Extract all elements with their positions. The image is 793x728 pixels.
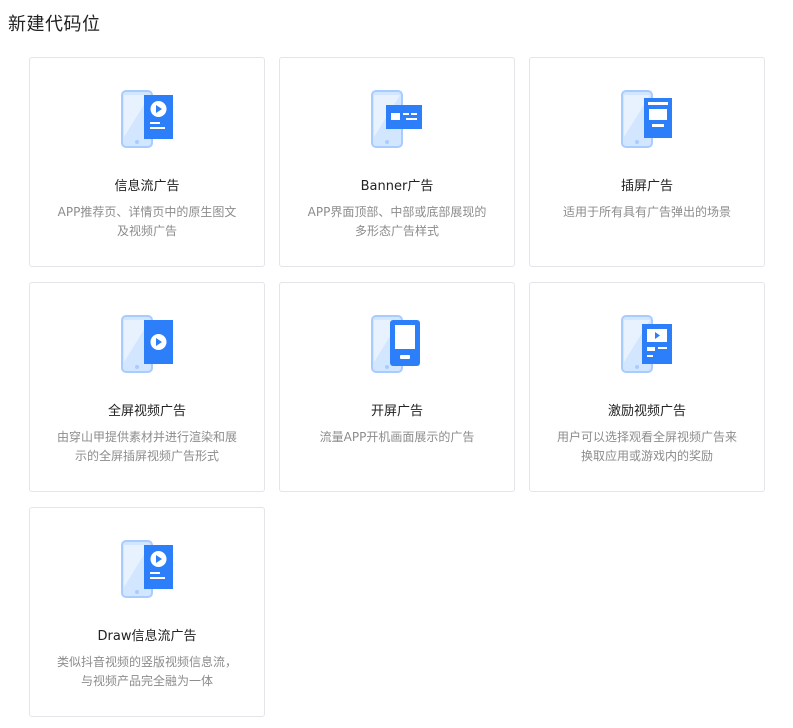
card-title: 信息流广告	[114, 179, 180, 194]
rewarded-video-ad-icon	[620, 314, 676, 376]
card-description: 用户可以选择观看全屏视频广告来换取应用或游戏内的奖励	[556, 430, 737, 463]
ad-type-card-banner[interactable]: Banner广告 APP界面顶部、中部或底部展现的多形态广告样式	[279, 57, 515, 267]
feed-ad-icon	[120, 89, 176, 151]
ad-type-card-rewarded-video[interactable]: 激励视频广告 用户可以选择观看全屏视频广告来换取应用或游戏内的奖励	[529, 282, 765, 492]
card-title: 全屏视频广告	[107, 404, 186, 419]
draw-feed-ad-icon	[120, 539, 176, 601]
card-description: APP推荐页、详情页中的原生图文及视频广告	[57, 205, 237, 238]
card-title: 开屏广告	[370, 404, 423, 419]
interstitial-ad-icon	[620, 89, 676, 151]
card-title: Draw信息流广告	[97, 629, 197, 644]
page-title: 新建代码位	[8, 14, 101, 35]
ad-type-card-fullscreen-video[interactable]: 全屏视频广告 由穿山甲提供素材并进行渲染和展示的全屏插屏视频广告形式	[29, 282, 265, 492]
card-description: 类似抖音视频的竖版视频信息流，与视频产品完全融为一体	[56, 655, 237, 688]
card-description: APP界面顶部、中部或底部展现的多形态广告样式	[307, 205, 487, 238]
ad-type-card-feed[interactable]: 信息流广告 APP推荐页、详情页中的原生图文及视频广告	[29, 57, 265, 267]
card-description: 由穿山甲提供素材并进行渲染和展示的全屏插屏视频广告形式	[56, 430, 237, 463]
card-description: 流量APP开机画面展示的广告	[319, 430, 475, 444]
card-description: 适用于所有具有广告弹出的场景	[562, 205, 731, 219]
card-title: 插屏广告	[620, 179, 673, 194]
ad-type-card-splash[interactable]: 开屏广告 流量APP开机画面展示的广告	[279, 282, 515, 492]
ad-type-card-interstitial[interactable]: 插屏广告 适用于所有具有广告弹出的场景	[529, 57, 765, 267]
banner-ad-icon	[370, 89, 426, 151]
card-title: Banner广告	[360, 179, 434, 194]
fullscreen-video-ad-icon	[120, 314, 176, 376]
card-title: 激励视频广告	[607, 404, 686, 419]
splash-ad-icon	[370, 314, 426, 376]
ad-type-card-draw-feed[interactable]: Draw信息流广告 类似抖音视频的竖版视频信息流，与视频产品完全融为一体	[29, 507, 265, 717]
